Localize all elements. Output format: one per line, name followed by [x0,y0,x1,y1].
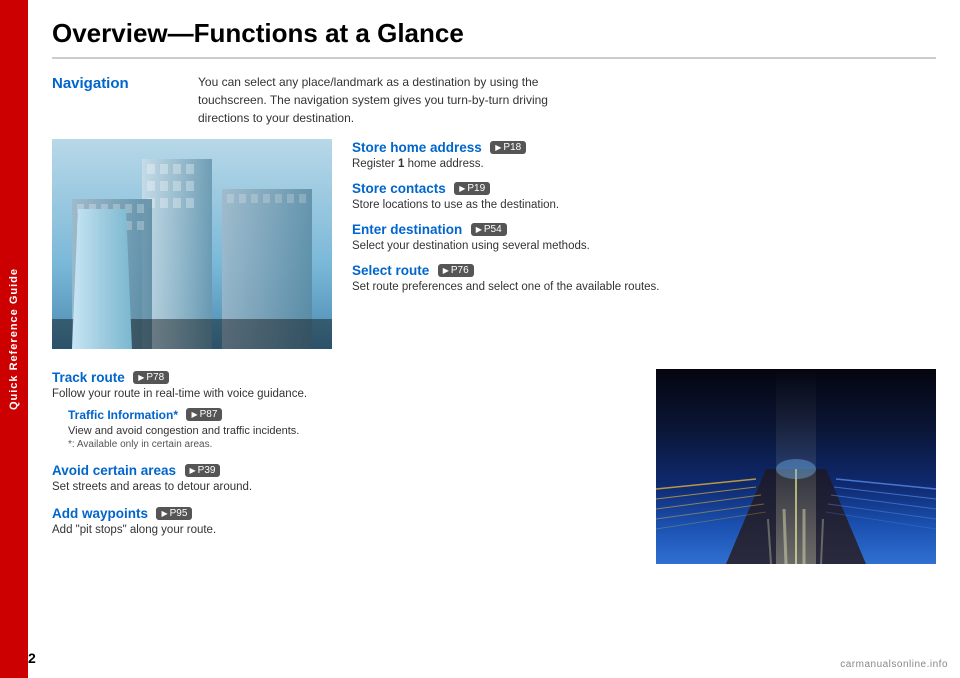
feature-select-route-badge: P76 [438,264,474,277]
feature-store-contacts-title: Store contacts [352,181,446,196]
feature-add-waypoints-desc: Add "pit stops" along your route. [52,524,636,536]
navigation-description: You can select any place/landmark as a d… [198,73,578,127]
feature-track-route-title: Track route [52,370,125,385]
feature-select-route-desc: Set route preferences and select one of … [352,281,936,293]
feature-avoid-areas-badge: P39 [185,464,221,477]
feature-track-route-desc: Follow your route in real-time with voic… [52,388,636,400]
feature-avoid-areas-desc: Set streets and areas to detour around. [52,481,636,493]
feature-select-route: Select route P76 Set route preferences a… [352,262,936,293]
feature-select-route-title: Select route [352,263,429,278]
page-number: 2 [28,650,36,666]
building-image [52,139,332,349]
sidebar-tab: Quick Reference Guide [0,0,28,678]
feature-store-home-badge: P18 [490,141,526,154]
navigation-header: Navigation You can select any place/land… [52,73,936,127]
feature-enter-destination: Enter destination P54 Select your destin… [352,221,936,252]
upper-content: Store home address P18 Register 1 home a… [52,139,936,349]
sub-feature-traffic-note: *: Available only in certain areas. [68,439,636,450]
feature-store-contacts: Store contacts P19 Store locations to us… [352,180,936,211]
feature-enter-destination-title: Enter destination [352,222,462,237]
feature-store-home: Store home address P18 Register 1 home a… [352,139,936,170]
feature-avoid-areas: Avoid certain areas P39 Set streets and … [52,462,636,493]
navigation-label: Navigation [52,73,182,127]
watermark: carmanualsonline.info [840,659,948,670]
bottom-features-list: Track route P78 Follow your route in rea… [52,369,636,564]
sub-feature-traffic: Traffic Information* P87 View and avoid … [68,406,636,450]
sub-feature-traffic-badge: P87 [186,408,222,421]
sub-feature-traffic-desc: View and avoid congestion and traffic in… [68,425,636,437]
feature-add-waypoints: Add waypoints P95 Add "pit stops" along … [52,505,636,536]
feature-enter-destination-badge: P54 [471,223,507,236]
road-image [656,369,936,564]
feature-store-home-title: Store home address [352,140,482,155]
feature-avoid-areas-title: Avoid certain areas [52,463,176,478]
sidebar-label: Quick Reference Guide [8,268,20,410]
sub-feature-traffic-title: Traffic Information* [68,408,178,422]
page-title: Overview—Functions at a Glance [52,18,936,59]
feature-enter-destination-desc: Select your destination using several me… [352,240,936,252]
feature-store-contacts-badge: P19 [454,182,490,195]
feature-track-route-badge: P78 [133,371,169,384]
feature-add-waypoints-badge: P95 [156,507,192,520]
main-content: Overview—Functions at a Glance Navigatio… [28,0,960,678]
features-upper-list: Store home address P18 Register 1 home a… [352,139,936,349]
feature-store-home-desc: Register 1 home address. [352,158,936,170]
bottom-section: Track route P78 Follow your route in rea… [52,369,936,564]
feature-track-route: Track route P78 Follow your route in rea… [52,369,636,450]
feature-add-waypoints-title: Add waypoints [52,506,148,521]
feature-store-contacts-desc: Store locations to use as the destinatio… [352,199,936,211]
